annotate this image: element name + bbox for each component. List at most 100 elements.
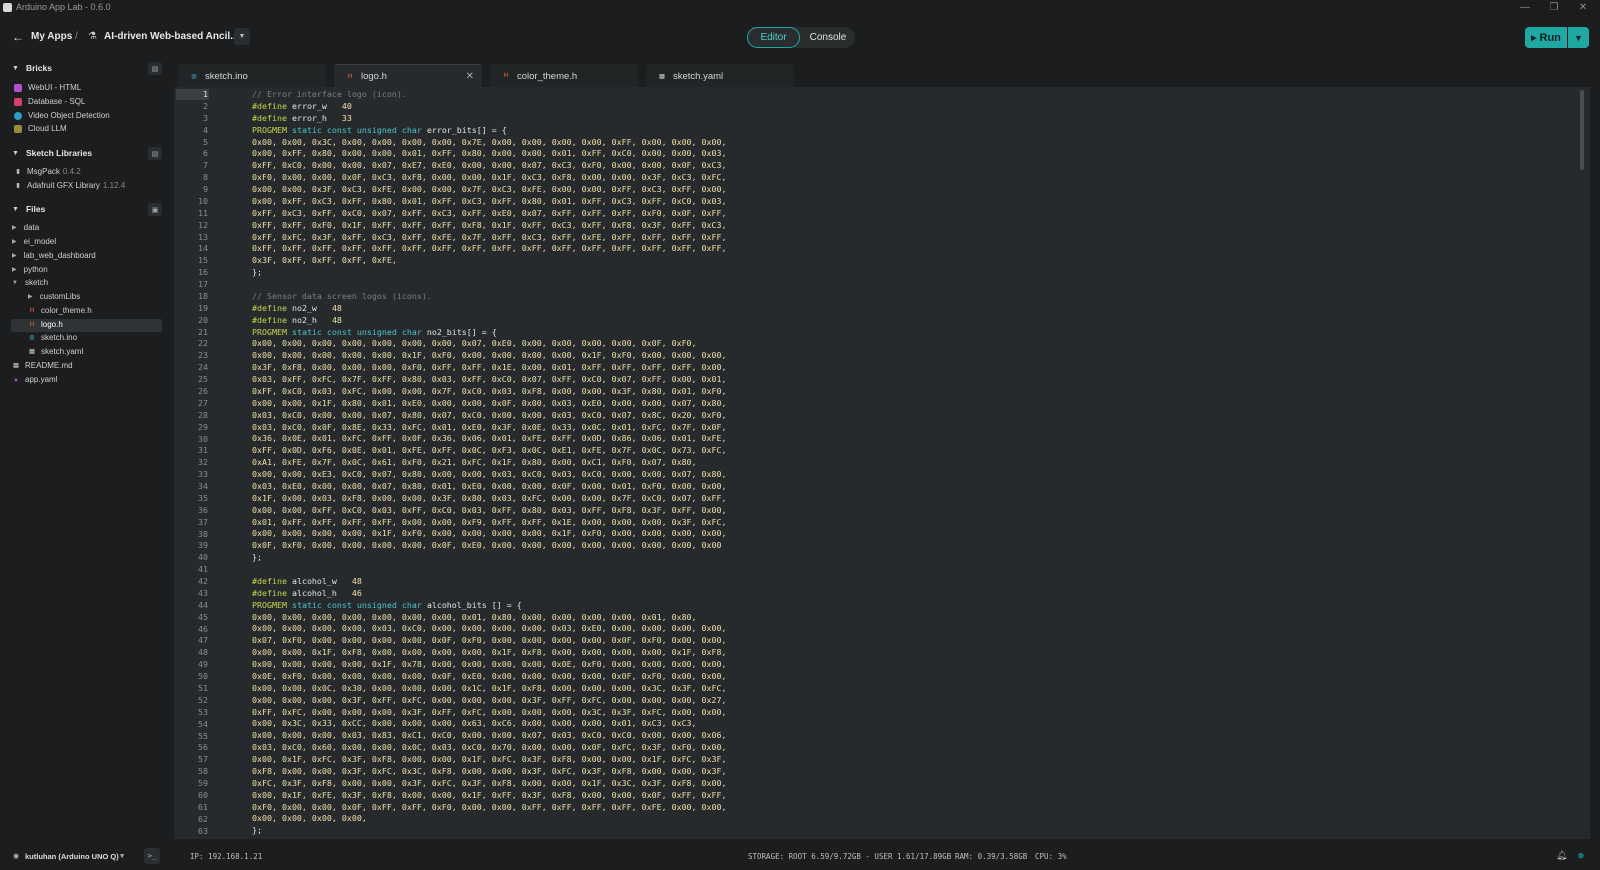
code-line[interactable]: 0x00, 0x00, 0x00, 0x00, 0x00, 0x00, 0x00… (232, 338, 1432, 350)
code-line[interactable]: 0x03, 0xC0, 0x00, 0x00, 0x07, 0x80, 0x07… (232, 410, 1432, 422)
code-line[interactable]: 0x00, 0x00, 0x00, 0x00, 0x03, 0xC0, 0x00… (232, 623, 1432, 635)
code-line[interactable]: 0xFF, 0xC3, 0xFF, 0xC0, 0x07, 0xFF, 0xC3… (232, 208, 1432, 220)
add-library-icon[interactable]: ▤ (148, 147, 162, 160)
board-dropdown-icon[interactable]: ▼ (120, 842, 124, 870)
code-line[interactable]: 0xFC, 0x3F, 0xF8, 0x00, 0x00, 0x3F, 0xFC… (232, 778, 1432, 790)
file-item-app-yaml[interactable]: ▲ app.yaml (12, 375, 57, 384)
code-line[interactable]: 0x00, 0x00, 0x00, 0x00, (232, 813, 1432, 825)
code-line[interactable]: 0xFF, 0x0D, 0xF6, 0x0E, 0x01, 0xFE, 0xFF… (232, 445, 1432, 457)
folder-item-sketch[interactable]: ▼ sketch (12, 278, 48, 287)
file-item-readme[interactable]: ▤ README.md (12, 361, 72, 370)
brick-item-video-detection[interactable]: Video Object Detection (14, 111, 110, 120)
add-file-icon[interactable]: ▣ (148, 203, 162, 216)
code-line[interactable]: 0x00, 0x00, 0x00, 0x00, 0x1F, 0x78, 0x00… (232, 659, 1432, 671)
code-line[interactable] (232, 279, 1432, 291)
terminal-button[interactable]: >_ (144, 842, 160, 870)
code-line[interactable]: 0x00, 0x00, 0x00, 0x00, 0x00, 0x1F, 0xF0… (232, 350, 1432, 362)
code-line[interactable]: 0x0E, 0xF0, 0x00, 0x00, 0x00, 0x00, 0x0F… (232, 671, 1432, 683)
code-line[interactable]: 0xFF, 0xFC, 0x00, 0x00, 0x00, 0x3F, 0xFF… (232, 707, 1432, 719)
code-line[interactable]: 0x00, 0x00, 0xFF, 0xC0, 0x03, 0xFF, 0xC0… (232, 505, 1432, 517)
code-line[interactable]: 0x03, 0xFF, 0xFC, 0x7F, 0xFF, 0x80, 0x03… (232, 374, 1432, 386)
tab-logo-h[interactable]: Hlogo.h ✕ (334, 64, 482, 88)
app-name[interactable]: AI-driven Web-based Ancil... (104, 31, 238, 42)
code-line[interactable]: 0x00, 0x3C, 0x33, 0xCC, 0x00, 0x00, 0x00… (232, 718, 1432, 730)
code-line[interactable]: #define no2_h 48 (232, 315, 1432, 327)
code-line[interactable] (232, 564, 1432, 576)
maximize-icon[interactable]: ❐ (1541, 0, 1567, 14)
code-line[interactable]: 0x00, 0x00, 0x3C, 0x00, 0x00, 0x00, 0x00… (232, 137, 1432, 149)
code-line[interactable]: 0xFF, 0xC0, 0x03, 0xFC, 0x00, 0x00, 0x7F… (232, 386, 1432, 398)
code-line[interactable]: 0x03, 0xC0, 0x60, 0x00, 0x00, 0x0C, 0x03… (232, 742, 1432, 754)
code-line[interactable]: 0x00, 0x1F, 0xFE, 0x3F, 0xF8, 0x00, 0x00… (232, 790, 1432, 802)
code-line[interactable]: 0xF0, 0x00, 0x00, 0x0F, 0xC3, 0xF8, 0x00… (232, 172, 1432, 184)
file-item-sketch-ino[interactable]: ◎ sketch.ino (28, 333, 77, 342)
code-line[interactable]: 0x00, 0x1F, 0xFC, 0x3F, 0xF8, 0x00, 0x00… (232, 754, 1432, 766)
code-line[interactable]: 0xF0, 0x00, 0x00, 0x0F, 0xFF, 0xFF, 0xF0… (232, 802, 1432, 814)
code-line[interactable]: PROGMEM static const unsigned char no2_b… (232, 327, 1432, 339)
tab-sketch-ino[interactable]: ◎ sketch.ino (178, 64, 326, 88)
board-selector[interactable]: kutluhan (Arduino UNO Q) (25, 842, 119, 870)
code-line[interactable]: // Sensor data screen logos (icons). (232, 291, 1432, 303)
folder-item-lab-web-dashboard[interactable]: ▶ lab_web_dashboard (12, 251, 96, 260)
code-line[interactable]: 0x03, 0xE0, 0x00, 0x00, 0x07, 0x80, 0x01… (232, 481, 1432, 493)
code-line[interactable]: 0x0F, 0xF0, 0x00, 0x00, 0x00, 0x00, 0x0F… (232, 540, 1432, 552)
code-line[interactable]: #define alcohol_h 46 (232, 588, 1432, 600)
brick-item-database[interactable]: Database - SQL (14, 97, 85, 106)
console-mode-button[interactable]: Console (801, 27, 855, 48)
tab-color-theme-h[interactable]: Hcolor_theme.h (490, 64, 638, 88)
folder-item-python[interactable]: ▶ python (12, 265, 48, 274)
add-brick-icon[interactable]: ▤ (148, 62, 162, 75)
library-item-msgpack[interactable]: ▮ MsgPack 0.4.2 (14, 167, 80, 176)
tab-sketch-yaml[interactable]: ▤ sketch.yaml (646, 64, 794, 88)
code-line[interactable]: 0x00, 0x00, 0x00, 0x03, 0x83, 0xC1, 0xC0… (232, 730, 1432, 742)
code-line[interactable]: }; (232, 825, 1432, 837)
code-line[interactable]: 0x36, 0x0E, 0x01, 0xFC, 0xFF, 0x0F, 0x36… (232, 433, 1432, 445)
code-line[interactable]: #define error_h 33 (232, 113, 1432, 125)
code-line[interactable]: 0x1F, 0x00, 0x03, 0xF8, 0x00, 0x00, 0x3F… (232, 493, 1432, 505)
libraries-section-header[interactable]: ▼ Sketch Libraries (12, 148, 92, 158)
code-line[interactable]: 0xFF, 0xC0, 0x00, 0x00, 0x07, 0xE7, 0xE0… (232, 160, 1432, 172)
code-line[interactable]: 0xF8, 0x00, 0x00, 0x3F, 0xFC, 0x3C, 0xF8… (232, 766, 1432, 778)
code-line[interactable]: 0xFF, 0xFF, 0xF0, 0x1F, 0xFF, 0xFF, 0xFF… (232, 220, 1432, 232)
folder-item-customlibs[interactable]: ▶ customLibs (28, 292, 80, 301)
code-line[interactable]: 0xA1, 0xFE, 0x7F, 0x0C, 0x61, 0xF0, 0x21… (232, 457, 1432, 469)
code-line[interactable]: 0x3F, 0xFF, 0xFF, 0xFF, 0xFE, (232, 255, 1432, 267)
code-line[interactable]: #define error_w 40 (232, 101, 1432, 113)
code-line[interactable]: }; (232, 552, 1432, 564)
code-line[interactable]: 0x00, 0x00, 0xE3, 0xC0, 0x07, 0x80, 0x00… (232, 469, 1432, 481)
code-line[interactable]: 0x00, 0xFF, 0xC3, 0xFF, 0x80, 0x01, 0xFF… (232, 196, 1432, 208)
run-button[interactable]: ▶ Run (1525, 27, 1567, 48)
folder-item-data[interactable]: ▶ data (12, 223, 39, 232)
code-line[interactable]: 0x00, 0x00, 0x3F, 0xC3, 0xFE, 0x00, 0x00… (232, 184, 1432, 196)
code-line[interactable]: 0x00, 0x00, 0x1F, 0xF8, 0x00, 0x00, 0x00… (232, 647, 1432, 659)
close-window-icon[interactable]: ✕ (1570, 0, 1596, 14)
notifications-icon[interactable]: 🔔︎ (1556, 842, 1567, 870)
my-apps-link[interactable]: My Apps (31, 31, 72, 42)
code-line[interactable]: 0x00, 0x00, 0x0C, 0x30, 0x00, 0x00, 0x00… (232, 683, 1432, 695)
bricks-section-header[interactable]: ▼ Bricks (12, 63, 52, 73)
code-line[interactable]: 0x01, 0xFF, 0xFF, 0xFF, 0xFF, 0x00, 0x00… (232, 517, 1432, 529)
code-line[interactable]: // Error interface logo (icon). (232, 89, 1432, 101)
file-item-color-theme-h[interactable]: Hcolor_theme.h (28, 306, 92, 315)
code-line[interactable]: 0x00, 0x00, 0x00, 0x00, 0x1F, 0xF0, 0x00… (232, 528, 1432, 540)
folder-item-ei-model[interactable]: ▶ ei_model (12, 237, 56, 246)
editor-scrollbar[interactable] (1580, 90, 1584, 170)
app-menu-dropdown-icon[interactable]: ▼ (234, 28, 250, 45)
back-arrow-icon[interactable]: ← (12, 30, 24, 44)
code-line[interactable]: PROGMEM static const unsigned char alcoh… (232, 600, 1432, 612)
code-editor[interactable]: 1 2 3 4 5 6 7 8 9 10 11 12 13 14 15 16 17 18 19 20 21 22 23 24 2… (174, 87, 1590, 839)
code-line[interactable]: 0x07, 0xF0, 0x00, 0x00, 0x00, 0x00, 0x0F… (232, 635, 1432, 647)
brick-item-cloud-llm[interactable]: Cloud LLM (14, 124, 67, 133)
code-line[interactable]: 0x3F, 0xF8, 0x00, 0x00, 0x00, 0xF0, 0xFF… (232, 362, 1432, 374)
code-line[interactable]: 0x00, 0x00, 0x00, 0x3F, 0xFF, 0xFC, 0x00… (232, 695, 1432, 707)
code-line[interactable]: 0xFF, 0xFF, 0xFF, 0xFF, 0xFF, 0xFF, 0xFF… (232, 243, 1432, 255)
code-line[interactable]: }; (232, 267, 1432, 279)
library-item-adafruit-gfx[interactable]: ▮ Adafruit GFX Library 1.12.4 (14, 181, 125, 190)
code-line[interactable]: #define alcohol_w 48 (232, 576, 1432, 588)
code-line[interactable]: 0xFF, 0xFC, 0x3F, 0xFF, 0xC3, 0xFF, 0xFE… (232, 232, 1432, 244)
code-line[interactable]: 0x00, 0xFF, 0x80, 0x00, 0x00, 0x01, 0xFF… (232, 148, 1432, 160)
code-line[interactable]: 0x03, 0xC0, 0x0F, 0x8E, 0x33, 0xFC, 0x01… (232, 422, 1432, 434)
run-options-dropdown-icon[interactable]: ▼ (1568, 27, 1589, 48)
file-item-logo-h[interactable]: Hlogo.h (28, 320, 63, 329)
files-section-header[interactable]: ▼ Files (12, 204, 45, 214)
